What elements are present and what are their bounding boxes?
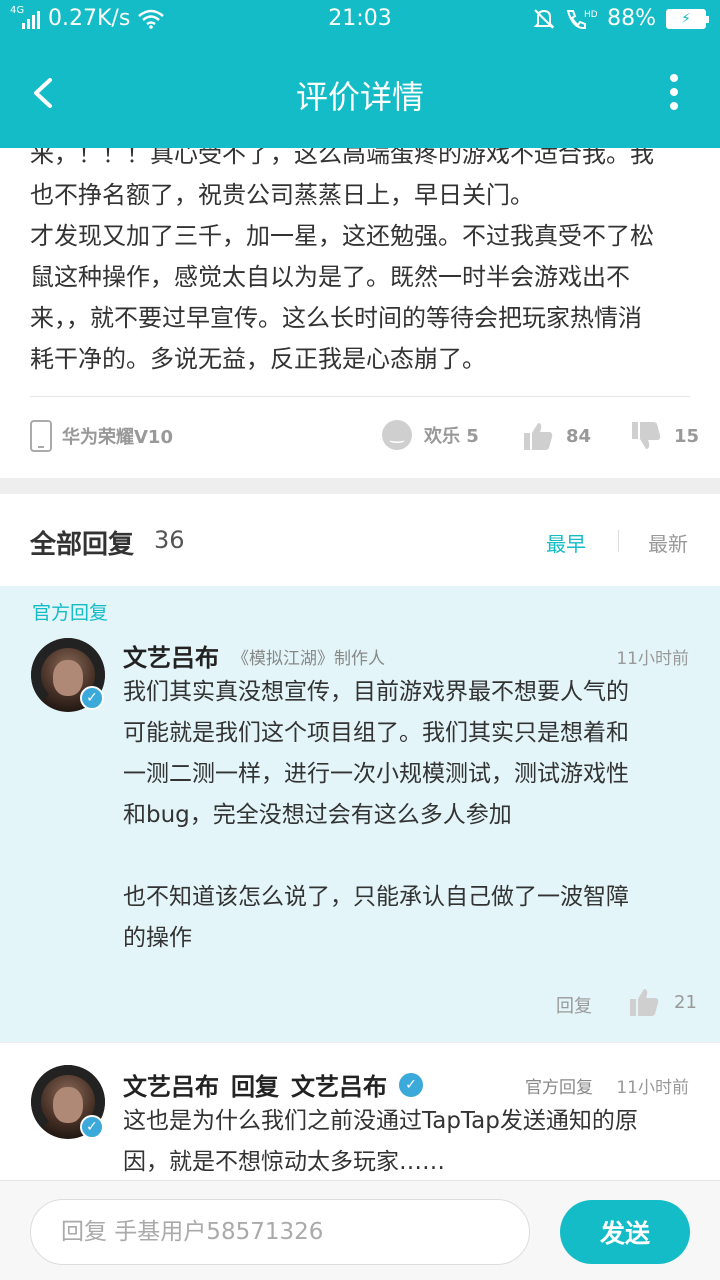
replies-title: 全部回复 — [30, 530, 135, 560]
battery-percent: 88% — [607, 6, 656, 31]
dislike-button[interactable]: 15 — [630, 420, 699, 452]
mood-button[interactable]: 欢乐 5 — [382, 420, 479, 450]
sort-separator — [618, 530, 619, 552]
reply-like-button[interactable]: 21 — [628, 986, 697, 1018]
review-meta: 华为荣耀V10 欢乐 5 84 15 — [30, 420, 699, 456]
author-role: 《模拟江湖》制作人 — [232, 649, 385, 669]
official-reply-tag: 官方回复 — [32, 602, 109, 624]
sub-reply-header: 文艺吕布 回复 文艺吕布 ✓ — [123, 1067, 423, 1102]
verified-icon: ✓ — [80, 686, 104, 710]
sub-reply: ✓ 文艺吕布 回复 文艺吕布 ✓ 官方回复 11小时前 这也是为什么我们之前没通… — [0, 1042, 720, 1180]
app-bar: 评价详情 — [0, 38, 720, 148]
device-info: 华为荣耀V10 — [30, 420, 173, 452]
reply-body: 这也是为什么我们之前没通过TapTap发送通知的原 因，就是不想惊动太多玩家…… — [123, 1108, 638, 1175]
more-button[interactable] — [668, 74, 680, 112]
review-card: 来，！！！真心受不了，这么高端蛋疼的游戏不适合我。我 也不挣名额了，祝贵公司蒸蒸… — [0, 148, 720, 478]
verified-icon: ✓ — [399, 1072, 423, 1097]
sort-latest-tab[interactable]: 最新 — [648, 528, 688, 557]
smile-icon — [382, 420, 412, 450]
reply-word: 回复 — [231, 1073, 279, 1101]
section-gap — [0, 478, 720, 494]
official-reply-tag: 官方回复 — [525, 1078, 593, 1098]
send-button[interactable]: 发送 — [560, 1200, 690, 1264]
svg-text:HD: HD — [584, 10, 597, 20]
dislike-count: 15 — [674, 425, 700, 447]
thumbs-up-icon — [630, 989, 659, 1016]
reply-like-count: 21 — [674, 991, 697, 1013]
thumbs-up-icon — [524, 423, 553, 450]
review-text: 来，！！！真心受不了，这么高端蛋疼的游戏不适合我。我 也不挣名额了，祝贵公司蒸蒸… — [30, 148, 654, 373]
replies-count: 36 — [154, 526, 185, 554]
page-title: 评价详情 — [295, 78, 424, 116]
author-name[interactable]: 文艺吕布 — [123, 638, 219, 673]
bell-mute-icon — [533, 8, 555, 29]
like-button[interactable]: 84 — [522, 420, 591, 452]
sort-earliest-tab[interactable]: 最早 — [546, 528, 586, 557]
status-bar: 4G 0.27K/s 21:03 HD 88% ⚡ — [0, 0, 720, 38]
like-count: 84 — [566, 425, 592, 447]
battery-icon: ⚡ — [666, 8, 709, 29]
official-reply: 官方回复 ✓ 文艺吕布 《模拟江湖》制作人 11小时前 我们其实真没想宣传，目前… — [0, 586, 720, 1042]
reply-input[interactable] — [30, 1199, 530, 1265]
divider — [30, 396, 690, 397]
author-name[interactable]: 文艺吕布 — [123, 1067, 219, 1102]
reply-time: 11小时前 — [616, 1078, 689, 1098]
mood-label: 欢乐 5 — [424, 426, 479, 447]
verified-icon: ✓ — [80, 1115, 104, 1139]
hd-call-icon: HD — [566, 9, 597, 29]
thumbs-down-icon — [632, 422, 661, 449]
status-right: HD 88% ⚡ — [533, 6, 709, 31]
reply-time: 11小时前 — [616, 649, 689, 669]
replies-header: 全部回复 36 最早 最新 — [0, 494, 720, 586]
device-name: 华为荣耀V10 — [62, 427, 173, 448]
reply-target-name[interactable]: 文艺吕布 — [291, 1067, 387, 1102]
more-icon — [668, 74, 680, 110]
reply-input-bar: 发送 — [0, 1180, 720, 1280]
reply-body: 我们其实真没想宣传，目前游戏界最不想要人气的 可能就是我们这个项目组了。我们其实… — [123, 679, 629, 951]
phone-icon — [30, 420, 52, 452]
reply-button[interactable]: 回复 — [556, 992, 592, 1018]
